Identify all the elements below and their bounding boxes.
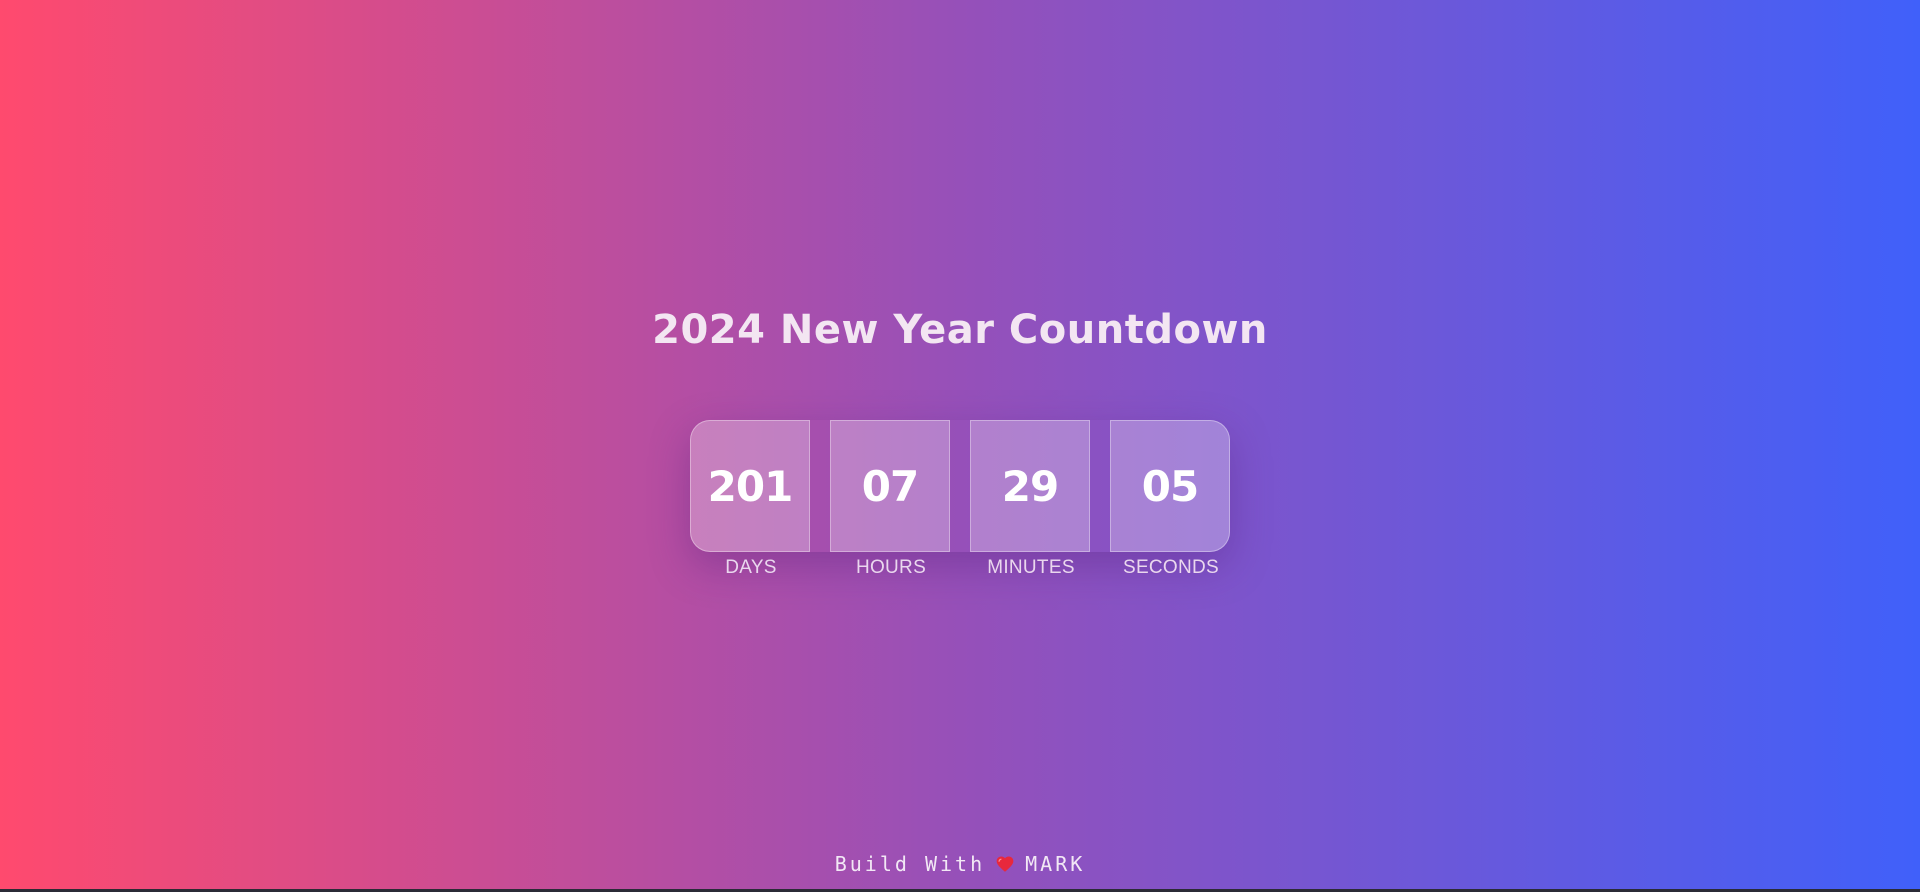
countdown-seconds: 05 SECONDS — [1110, 420, 1230, 578]
countdown-page: 2024 New Year Countdown 201 DAYS 07 HOUR… — [0, 0, 1920, 892]
footer-author: MARK — [1025, 852, 1086, 876]
hours-value: 07 — [861, 461, 919, 511]
seconds-value: 05 — [1141, 461, 1199, 511]
seconds-label: SECONDS — [1122, 557, 1220, 578]
countdown-timer: 201 DAYS 07 HOURS 29 MINUTES 05 SECONDS — [690, 420, 1230, 578]
days-value: 201 — [707, 461, 794, 511]
countdown-hours: 07 HOURS — [830, 420, 950, 578]
hours-label: HOURS — [855, 557, 927, 578]
heart-icon — [995, 854, 1015, 874]
footer-credit: Build With MARK — [0, 852, 1920, 876]
countdown-minutes: 29 MINUTES — [970, 420, 1090, 578]
countdown-days: 201 DAYS — [690, 420, 810, 578]
days-label: DAYS — [725, 557, 777, 578]
footer-prefix: Build With — [834, 852, 986, 876]
minutes-value: 29 — [1001, 461, 1059, 511]
page-title: 2024 New Year Countdown — [652, 307, 1268, 353]
minutes-label: MINUTES — [987, 557, 1075, 578]
